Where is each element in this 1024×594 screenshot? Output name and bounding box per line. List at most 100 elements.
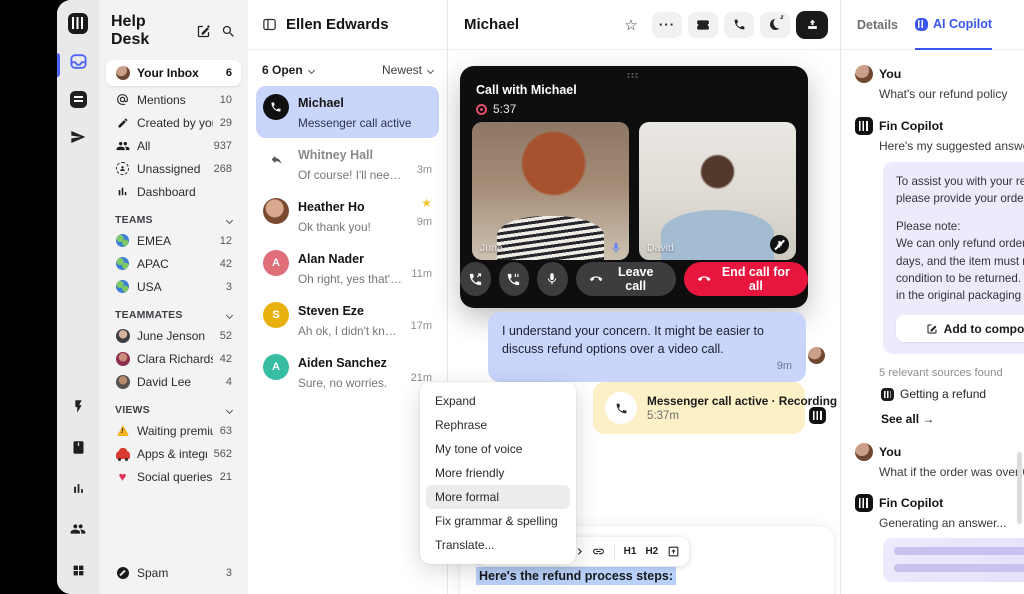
apps-grid-icon[interactable] (68, 560, 88, 580)
call-button[interactable] (724, 12, 754, 38)
mute-button[interactable] (537, 262, 568, 296)
fin-icon (809, 407, 826, 424)
avatar (855, 65, 873, 83)
sidebar-item-usa[interactable]: USA 3 (108, 275, 239, 298)
knowledge-icon[interactable] (68, 437, 88, 457)
menu-item-translate[interactable]: Translate... (426, 533, 570, 557)
drag-handle-icon[interactable] (628, 73, 641, 78)
sidebar-item-apps-integrations[interactable]: Apps & integrations 562 (108, 442, 239, 465)
app-window: Help Desk Your Inbox 6 Mentions 10 Creat… (57, 0, 1024, 594)
search-icon[interactable] (221, 24, 236, 39)
globe-icon (115, 233, 130, 248)
sidebar-item-apac[interactable]: APAC 42 (108, 252, 239, 275)
add-to-composer-button[interactable]: Add to composer (896, 315, 1024, 342)
unassigned-icon (115, 161, 130, 176)
sidebar-item-spam[interactable]: Spam 3 (108, 561, 239, 584)
fin-copilot-icon (855, 117, 873, 135)
section-teams[interactable]: TEAMS (115, 214, 232, 226)
article-icon (881, 388, 894, 401)
sidebar-item-david-lee[interactable]: David Lee 4 (108, 370, 239, 393)
copilot-question: You (855, 65, 1024, 83)
conversation-item-aiden-sanchez[interactable]: A Aiden Sanchez Sure, no worries. 21m (256, 346, 439, 398)
menu-item-more-formal[interactable]: More formal (426, 485, 570, 509)
menu-item-rephrase[interactable]: Rephrase (426, 413, 570, 437)
conversation-item-steven-eze[interactable]: S Steven Eze Ah ok, I didn't know that..… (256, 294, 439, 346)
h1-button[interactable]: H1 (624, 546, 637, 557)
link-button[interactable] (592, 545, 605, 558)
reports-icon[interactable] (68, 478, 88, 498)
phone-icon (605, 392, 637, 424)
globe-icon (115, 279, 130, 294)
conversation-item-heather-ho[interactable]: Heather Ho Ok thank you! ★ 9m (256, 190, 439, 242)
source-getting-a-refund[interactable]: Getting a refund (881, 387, 1024, 401)
see-all-link[interactable]: See all → (881, 412, 1024, 426)
tab-ai-copilot[interactable]: AI Copilot (915, 0, 992, 50)
outbound-icon[interactable] (68, 127, 88, 147)
menu-item-more-friendly[interactable]: More friendly (426, 461, 570, 485)
list-owner-title: Ellen Edwards (286, 16, 389, 33)
snippet-button[interactable] (667, 545, 680, 558)
initial-avatar: A (263, 354, 289, 380)
scrollbar[interactable] (1017, 452, 1022, 524)
message-time: 9m (502, 359, 792, 375)
sidebar-item-june-jenson[interactable]: June Jenson 52 (108, 324, 239, 347)
panel-toggle-icon[interactable] (262, 17, 277, 32)
chevron-down-icon (427, 66, 434, 73)
heart-icon: ♥ (115, 469, 130, 484)
automation-icon[interactable] (68, 396, 88, 416)
h2-button[interactable]: H2 (645, 546, 658, 557)
more-button[interactable]: ··· (652, 12, 682, 38)
open-filter[interactable]: 6 Open (262, 63, 314, 77)
tickets-icon[interactable] (68, 89, 88, 109)
compose-icon (926, 323, 938, 335)
tab-details[interactable]: Details (857, 0, 898, 49)
menu-item-my-tone-of-voice[interactable]: My tone of voice (426, 437, 570, 461)
contacts-icon[interactable] (68, 519, 88, 539)
section-teammates[interactable]: TEAMMATES (115, 309, 232, 321)
sidebar-item-social-queries[interactable]: ♥ Social queries 21 (108, 465, 239, 488)
call-card: Call with Michael 5:37 June David (460, 66, 808, 308)
star-button[interactable]: ☆ (616, 12, 646, 38)
conversation-item-alan-nader[interactable]: A Alan Nader Oh right, yes that's work..… (256, 242, 439, 294)
send-close-button[interactable] (796, 11, 828, 39)
sidebar-item-all[interactable]: All 937 (108, 134, 239, 157)
sidebar-item-emea[interactable]: EMEA 12 (108, 229, 239, 252)
sources-count: 5 relevant sources found (879, 367, 1024, 379)
sidebar-item-created-by-you[interactable]: Created by you 29 (108, 111, 239, 134)
sidebar: Help Desk Your Inbox 6 Mentions 10 Creat… (99, 0, 248, 594)
composer-text[interactable]: Here's the refund process steps: (476, 569, 676, 583)
sidebar-item-unassigned[interactable]: Unassigned 268 (108, 157, 239, 180)
conversation-list: Ellen Edwards 6 Open Newest Michael Mess… (248, 0, 448, 594)
sidebar-item-mentions[interactable]: Mentions 10 (108, 88, 239, 111)
ticket-button[interactable] (688, 12, 718, 38)
end-call-for-all-button[interactable]: End call for all (684, 262, 808, 296)
sidebar-item-your-inbox[interactable]: Your Inbox 6 (106, 60, 241, 86)
sidebar-item-dashboard[interactable]: Dashboard (108, 180, 239, 203)
star-icon: ★ (421, 198, 432, 208)
conversation-item-whitney-hall[interactable]: Whitney Hall Of course! I'll need to co.… (256, 138, 439, 190)
snooze-button[interactable] (760, 12, 790, 38)
leave-call-button[interactable]: Leave call (576, 262, 677, 296)
conversation-item-michael[interactable]: Michael Messenger call active (256, 86, 439, 138)
menu-item-expand[interactable]: Expand (426, 389, 570, 413)
menu-item-fix-grammar[interactable]: Fix grammar & spelling (426, 509, 570, 533)
call-note-card[interactable]: Messenger call active · Recording 5:37m (593, 382, 805, 434)
video-tile-david: David (639, 122, 796, 260)
sort-selector[interactable]: Newest (382, 63, 433, 77)
video-tile-june: June (472, 122, 629, 260)
call-timer: 5:37 (493, 102, 516, 116)
sidebar-item-clara-richards[interactable]: Clara Richards 42 (108, 347, 239, 370)
avatar (115, 351, 130, 366)
compose-icon[interactable] (196, 24, 211, 39)
hold-call-button[interactable] (499, 262, 530, 296)
copilot-question-2: You (855, 443, 1024, 461)
copilot-panel: Details AI Copilot You What's our refund… (840, 0, 1024, 594)
message-bubble: I understand your concern. It might be e… (488, 312, 806, 382)
transfer-call-button[interactable] (460, 262, 491, 296)
section-views[interactable]: VIEWS (115, 404, 232, 416)
inbox-icon[interactable] (68, 51, 88, 71)
sidebar-item-waiting-premium[interactable]: Waiting premium 63 (108, 419, 239, 442)
avatar (263, 198, 289, 224)
fin-icon (915, 18, 928, 31)
intercom-logo-icon[interactable] (68, 13, 88, 33)
